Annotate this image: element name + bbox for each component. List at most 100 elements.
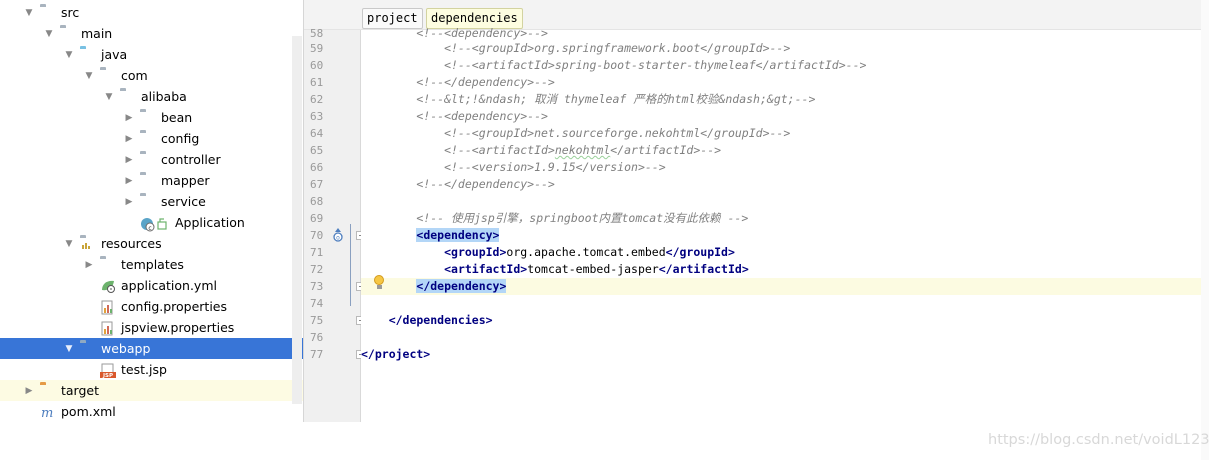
lightbulb-icon[interactable] [372,274,386,290]
xml-tag: </project> [361,347,431,361]
tree-item-jspview-properties[interactable]: jspview.properties [0,317,303,338]
web-folder-icon [80,342,96,356]
expand-arrow-icon[interactable]: ▶ [122,153,136,167]
properties-file-icon [100,321,116,335]
tree-item-label: config.properties [121,299,228,314]
comment-text: <!--&lt;!&ndash; 取消 thymeleaf 严格的html校验&… [361,92,816,106]
tree-item-pom-xml[interactable]: m pom.xml [0,401,303,422]
dependency-gutter-icon[interactable]: o [332,228,344,242]
tree-item-controller[interactable]: ▶ controller [0,149,303,170]
folder-icon [40,6,56,20]
expand-arrow-icon[interactable]: ▼ [62,237,76,251]
comment-text: <!--<version>1.9.15</version>--> [361,160,666,174]
package-icon [140,153,156,167]
line-number: 71 [310,246,324,259]
xml-value: tomcat-embed-jasper [527,262,659,276]
xml-tag-matched: </dependency> [416,279,507,293]
error-stripe[interactable] [1201,0,1209,460]
tree-item-bean[interactable]: ▶ bean [0,107,303,128]
tree-item-label: templates [121,257,184,272]
xml-tag: <artifactId> [444,262,528,276]
tree-item-label: mapper [161,173,210,188]
excluded-folder-icon [40,384,56,398]
tree-scrollbar[interactable] [292,36,302,404]
code-line: <!-- 使用jsp引擎，springboot内置tomcat没有此依赖 --> [361,210,1209,227]
properties-file-icon [100,300,116,314]
tree-item-label: jspview.properties [121,320,235,335]
line-number: 74 [310,297,324,310]
tree-item-mapper[interactable]: ▶ mapper [0,170,303,191]
yml-file-icon [100,279,116,293]
svg-text:o: o [336,235,340,242]
package-icon [140,174,156,188]
expand-arrow-icon[interactable]: ▼ [62,48,76,62]
tree-item-label: controller [161,152,221,167]
expand-arrow-icon[interactable]: ▶ [82,258,96,272]
expand-arrow-icon[interactable]: ▶ [22,384,36,398]
code-line: </dependencies> [361,312,1209,329]
tree-item-label: test.jsp [121,362,167,377]
code-line-current: </dependency> [361,278,1209,295]
xml-tag: <groupId> [444,245,507,259]
code-line: <!--<artifactId>spring-boot-starter-thym… [361,57,1209,74]
tree-item-templates[interactable]: ▶ templates [0,254,303,275]
line-number: 73 [310,280,324,293]
package-icon [140,195,156,209]
tree-item-label: pom.xml [61,404,116,419]
tree-item-main[interactable]: ▼ main [0,23,303,44]
comment-text: <!--<artifactId>spring-boot-starter-thym… [361,58,867,72]
tree-item-label: com [121,68,148,83]
tree-item-alibaba[interactable]: ▼ alibaba [0,86,303,107]
tree-item-label: webapp [101,341,151,356]
line-number: 75 [310,314,324,327]
expand-arrow-icon[interactable]: ▼ [62,342,76,356]
code-line: <!--<artifactId>nekohtml</artifactId>--> [361,142,1209,159]
comment-text: <!--<dependency>--> [361,26,548,40]
code-line: <!--<groupId>org.springframework.boot</g… [361,40,1209,57]
svg-text:m: m [41,406,53,419]
code-area[interactable]: <!--<dependency>--> <!--<groupId>org.spr… [361,26,1209,422]
tree-item-src[interactable]: ▼ src [0,2,303,23]
line-number: 64 [310,127,324,140]
tree-item-label: bean [161,110,193,125]
expand-arrow-icon[interactable]: ▼ [42,27,56,41]
expand-arrow-icon[interactable]: ▶ [122,132,136,146]
tree-item-label: resources [101,236,162,251]
package-icon [140,132,156,146]
tree-item-test-jsp[interactable]: JSP test.jsp [0,359,303,380]
maven-icon: m [40,405,56,421]
expand-arrow-icon[interactable]: ▼ [102,90,116,104]
tree-item-java[interactable]: ▼ java [0,44,303,65]
expand-arrow-icon[interactable]: ▼ [22,6,36,20]
tree-item-com[interactable]: ▼ com [0,65,303,86]
tree-item-resources[interactable]: ▼ resources [0,233,303,254]
line-number: 77 [310,348,324,361]
tree-item-config[interactable]: ▶ config [0,128,303,149]
tree-item-application-yml[interactable]: application.yml [0,275,303,296]
tree-item-webapp[interactable]: ▼ webapp [0,338,303,359]
tree-item-label: java [101,47,128,62]
expand-arrow-icon[interactable]: ▼ [82,69,96,83]
tree-item-service[interactable]: ▶ service [0,191,303,212]
expand-arrow-icon[interactable]: ▶ [122,195,136,209]
expand-arrow-icon[interactable]: ▶ [122,174,136,188]
xml-tag: </dependencies> [361,313,493,327]
spellcheck-word: nekohtml [554,143,611,157]
code-editor: project dependencies 58 59 60 61 62 63 6… [303,0,1209,422]
line-number: 62 [310,93,324,106]
line-number: 67 [310,178,324,191]
tree-item-config-properties[interactable]: config.properties [0,296,303,317]
tree-item-application[interactable]: c Application [0,212,303,233]
code-line: <!--</dependency>--> [361,176,1209,193]
tree-item-label: target [61,383,100,398]
svg-text:JSP: JSP [102,373,113,379]
line-number: 59 [310,42,324,55]
code-line: <!--<version>1.9.15</version>--> [361,159,1209,176]
xml-tag: </artifactId> [658,262,749,276]
comment-text: <!--<artifactId> [361,143,555,157]
expand-arrow-icon[interactable]: ▶ [122,111,136,125]
comment-text: <!--</dependency>--> [361,177,555,191]
tree-item-target[interactable]: ▶ target [0,380,303,401]
